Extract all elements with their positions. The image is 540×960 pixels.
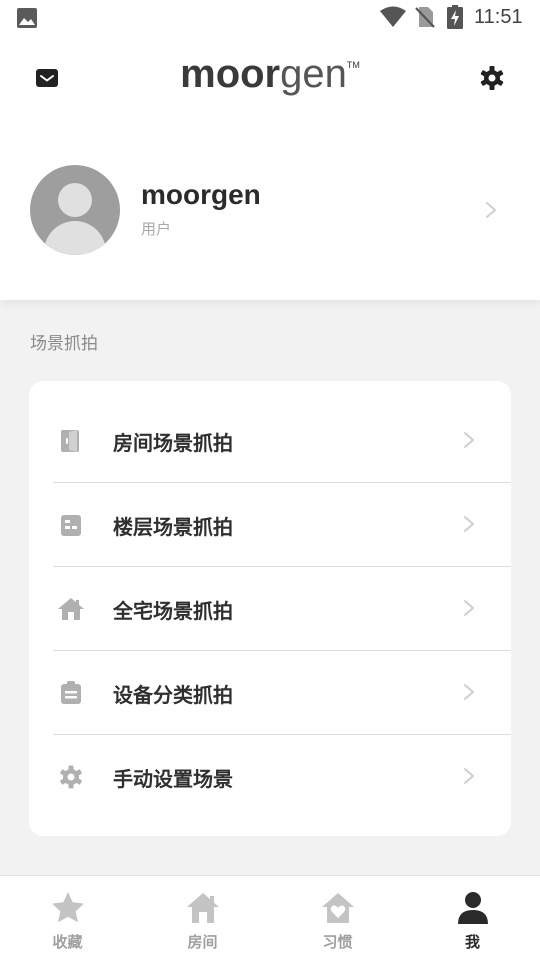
status-bar: 11:51 xyxy=(0,0,540,36)
tab-label: 收藏 xyxy=(52,933,83,951)
menu-item-label: 设备分类抓拍 xyxy=(113,683,233,707)
tab-label: 我 xyxy=(464,933,480,951)
menu-item-room-snapshot[interactable]: 房间场景抓拍 xyxy=(29,399,511,483)
status-time: 11:51 xyxy=(474,6,523,28)
profile-role: 用户 xyxy=(141,220,172,238)
menu-item-floor-snapshot[interactable]: 楼层场景抓拍 xyxy=(29,483,511,567)
menu-item-whole-house-snapshot[interactable]: 全宅场景抓拍 xyxy=(29,567,511,651)
wifi-icon xyxy=(380,6,406,27)
menu-item-manual-scene[interactable]: 手动设置场景 xyxy=(29,735,511,819)
gallery-icon xyxy=(17,8,37,28)
chevron-right-icon xyxy=(464,684,474,700)
gear-icon[interactable] xyxy=(478,64,506,92)
section-title: 场景抓拍 xyxy=(30,334,98,354)
menu-item-device-category-snapshot[interactable]: 设备分类抓拍 xyxy=(29,651,511,735)
menu-item-label: 全宅场景抓拍 xyxy=(113,599,233,623)
chevron-right-icon xyxy=(486,202,496,218)
app-logo: moorgenTM xyxy=(180,52,360,96)
gear-icon xyxy=(60,765,82,789)
floor-icon xyxy=(61,515,81,536)
no-sim-icon xyxy=(415,7,435,28)
star-icon xyxy=(52,892,84,923)
tab-favorites[interactable]: 收藏 xyxy=(0,876,135,960)
tab-label: 房间 xyxy=(187,933,218,951)
app-root: 11:51 moorgenTM moorgen 用户 场景抓拍 房间场景抓拍 楼… xyxy=(0,0,540,960)
chevron-right-icon xyxy=(464,768,474,784)
heart-home-icon xyxy=(322,893,354,923)
menu-item-label: 手动设置场景 xyxy=(113,767,233,791)
battery-charging-icon xyxy=(447,5,463,29)
profile-name: moorgen xyxy=(141,179,261,210)
menu-item-label: 楼层场景抓拍 xyxy=(113,515,233,539)
door-icon xyxy=(61,430,79,452)
house-icon xyxy=(58,598,84,620)
person-icon xyxy=(458,892,488,924)
profile-row[interactable]: moorgen 用户 xyxy=(0,162,540,258)
tab-habits[interactable]: 习惯 xyxy=(270,876,405,960)
tab-me[interactable]: 我 xyxy=(405,876,540,960)
home-icon xyxy=(187,893,219,923)
tab-label: 习惯 xyxy=(322,933,353,951)
top-panel: moorgenTM moorgen 用户 xyxy=(0,36,540,300)
bottom-nav: 收藏 房间 习惯 我 xyxy=(0,875,540,960)
snapshot-menu-card: 房间场景抓拍 楼层场景抓拍 全宅场景抓拍 设备分类抓拍 手动设置场景 xyxy=(29,381,511,836)
chevron-right-icon xyxy=(464,432,474,448)
chevron-right-icon xyxy=(464,600,474,616)
chevron-right-icon xyxy=(464,516,474,532)
tab-rooms[interactable]: 房间 xyxy=(135,876,270,960)
clipboard-icon xyxy=(61,681,81,704)
menu-item-label: 房间场景抓拍 xyxy=(113,431,233,455)
avatar xyxy=(30,165,120,255)
